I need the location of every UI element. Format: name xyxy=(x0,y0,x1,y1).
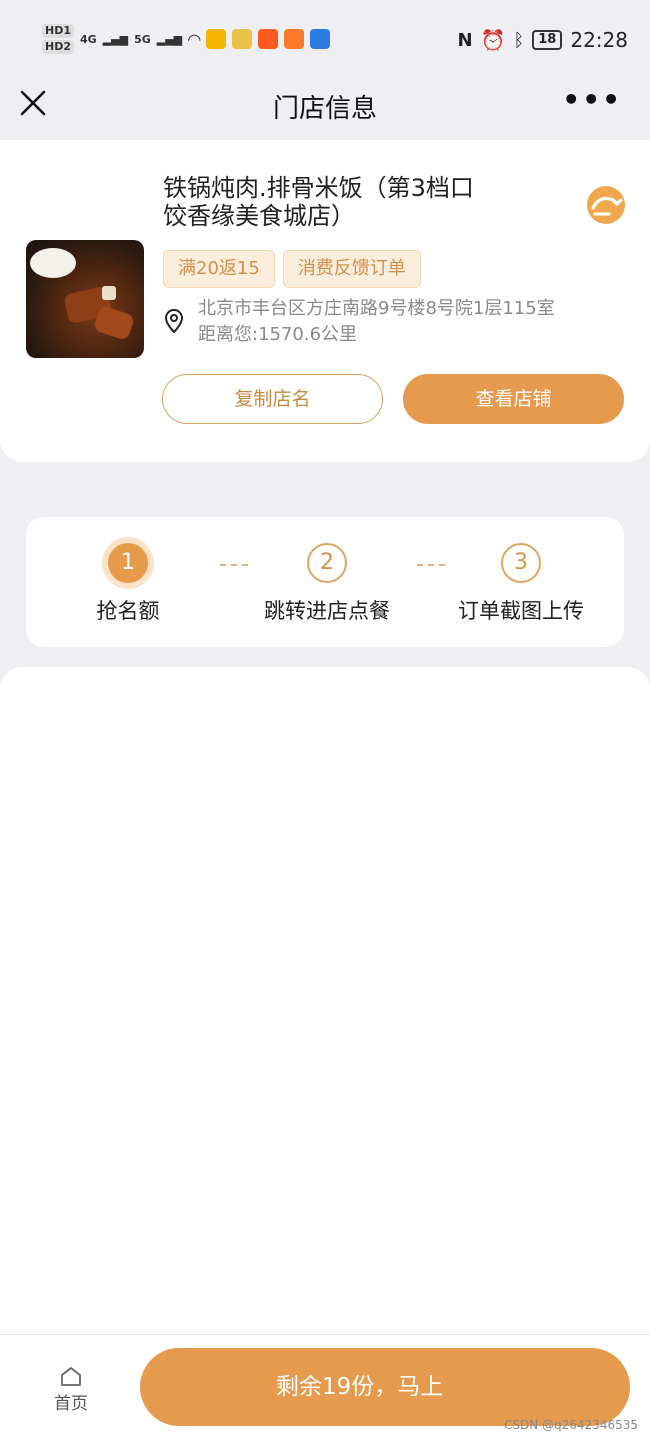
step-3: 3 订单截图上传 xyxy=(431,543,611,625)
nav-bar: 门店信息 ••• xyxy=(0,80,650,140)
step-number: 3 xyxy=(501,543,541,583)
home-tab[interactable]: 首页 xyxy=(44,1365,98,1414)
hd-chip: HD1 xyxy=(42,24,74,38)
home-icon xyxy=(61,1367,81,1386)
bottom-bar: 首页 剩余19份，马上 CSDN @q2642346535 xyxy=(0,1334,650,1438)
store-card: 铁锅炖肉.排骨米饭（第3档口饺香缘美食城店） 满20返15 消费反馈订单 北京市… xyxy=(0,140,650,462)
status-time: 22:28 xyxy=(570,28,628,52)
store-tags: 满20返15 消费反馈订单 xyxy=(163,250,421,288)
bluetooth-icon: ᛒ xyxy=(513,29,525,51)
share-icon[interactable] xyxy=(585,184,627,226)
store-address-block: 北京市丰台区方庄南路9号楼8号院1层115室 距离您:1570.6公里 xyxy=(198,296,555,348)
food-meat xyxy=(92,305,136,341)
store-address: 北京市丰台区方庄南路9号楼8号院1层115室 xyxy=(198,298,555,319)
hd-chips: HD1 HD2 xyxy=(42,24,74,54)
more-icon[interactable]: ••• xyxy=(562,86,622,114)
content-area xyxy=(0,667,650,1334)
hd-chip: HD2 xyxy=(42,40,74,54)
status-left: HD1 HD2 4G ▂▄▆ 5G ▂▄▆ ◠ xyxy=(42,24,331,54)
page-title: 门店信息 xyxy=(272,94,377,124)
food-garnish xyxy=(102,286,116,300)
step-number: 2 xyxy=(307,543,347,583)
alarm-icon: ⏰ xyxy=(480,28,506,52)
wifi-icon: ◠ xyxy=(188,29,201,49)
view-store-button[interactable]: 查看店铺 xyxy=(403,374,624,424)
signal-bars-icon: ▂▄▆ xyxy=(102,32,129,46)
step-label: 跳转进店点餐 xyxy=(264,599,390,623)
app-notification-icon xyxy=(310,29,331,49)
food-rice xyxy=(30,248,76,278)
step-number: 1 xyxy=(108,543,148,583)
store-name: 铁锅炖肉.排骨米饭（第3档口饺香缘美食城店） xyxy=(163,174,474,230)
location-pin-icon xyxy=(164,308,184,334)
grab-quota-button[interactable]: 剩余19份，马上 xyxy=(140,1348,630,1426)
app-notification-icon xyxy=(232,29,253,49)
step-2: 2 跳转进店点餐 xyxy=(237,543,417,625)
taobao-app-icon xyxy=(258,29,279,49)
nfc-icon: N xyxy=(457,29,473,51)
copy-store-name-button[interactable]: 复制店名 xyxy=(162,374,383,424)
signal-5g-icon: 5G xyxy=(134,32,151,46)
watermark: CSDN @q2642346535 xyxy=(504,1418,638,1432)
status-bar: HD1 HD2 4G ▂▄▆ 5G ▂▄▆ ◠ N ⏰ ᛒ 18 22:28 xyxy=(0,0,650,80)
status-right: N ⏰ ᛒ 18 22:28 xyxy=(457,28,628,52)
store-distance: 距离您:1570.6公里 xyxy=(198,324,358,345)
battery-icon: 18 xyxy=(532,30,563,50)
signal-bars-icon: ▂▄▆ xyxy=(156,32,183,46)
app-notification-icon xyxy=(284,29,305,49)
promo-tag: 满20返15 xyxy=(163,250,275,288)
step-label: 订单截图上传 xyxy=(458,599,584,623)
weibo-app-icon xyxy=(206,29,227,49)
step-1: 1 抢名额 xyxy=(38,543,218,625)
store-image xyxy=(26,240,144,358)
step-label: 抢名额 xyxy=(96,599,160,623)
home-label: 首页 xyxy=(54,1394,88,1414)
steps-card: 1 抢名额 2 跳转进店点餐 3 订单截图上传 xyxy=(26,517,624,647)
feedback-tag: 消费反馈订单 xyxy=(282,250,421,288)
signal-4g-icon: 4G xyxy=(80,32,97,46)
